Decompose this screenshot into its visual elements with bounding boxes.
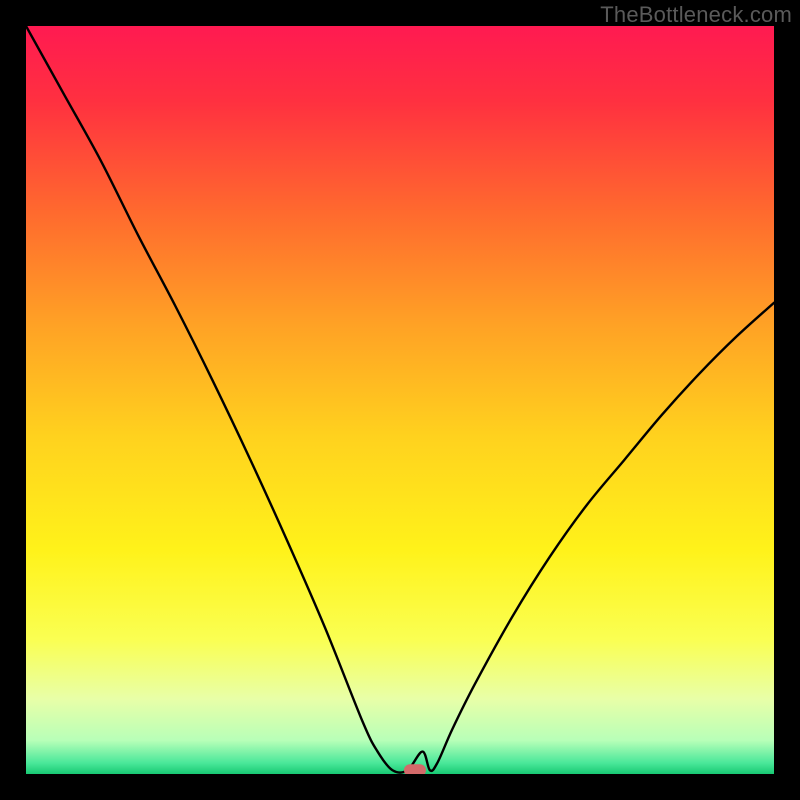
gradient-background: [26, 26, 774, 774]
plot-area: [26, 26, 774, 774]
chart-frame: TheBottleneck.com: [0, 0, 800, 800]
bottleneck-chart-svg: [26, 26, 774, 774]
optimum-marker: [404, 764, 426, 774]
watermark-text: TheBottleneck.com: [600, 2, 792, 28]
